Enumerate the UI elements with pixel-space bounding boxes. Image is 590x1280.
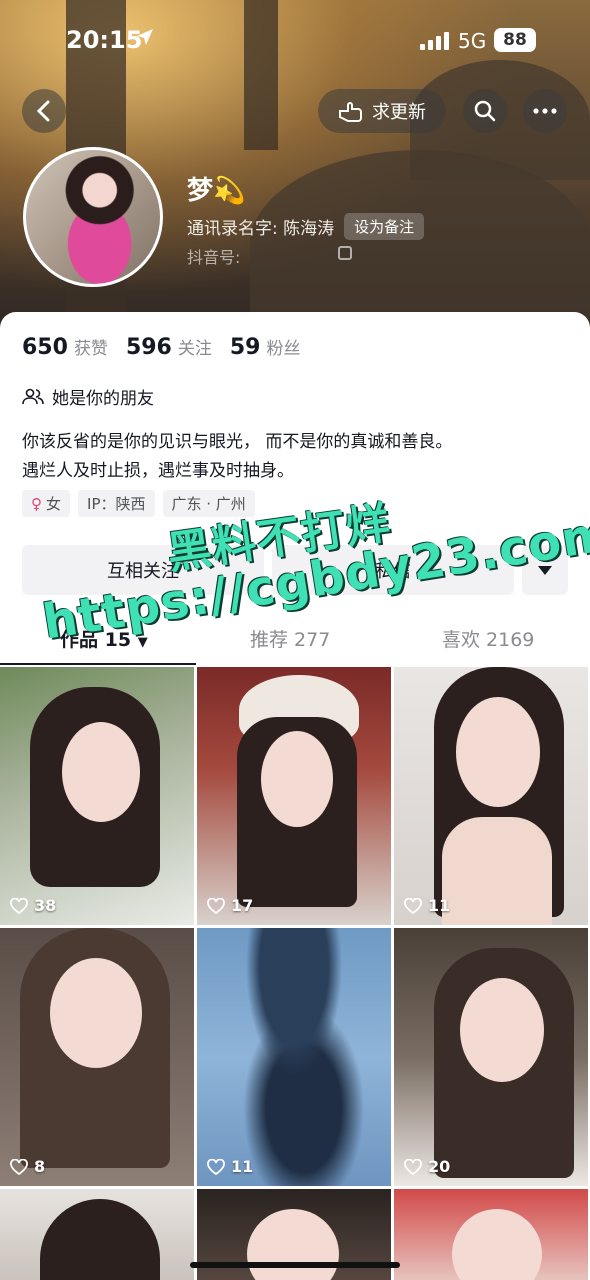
heart-icon	[10, 897, 28, 914]
video-thumbnail[interactable]: 11	[197, 928, 391, 1186]
location-arrow-icon	[137, 29, 153, 45]
heart-icon	[207, 897, 225, 914]
video-likes: 17	[207, 896, 253, 915]
video-thumbnail[interactable]: 38	[0, 667, 194, 925]
more-options-button[interactable]	[523, 89, 567, 133]
profile-content-card: 650 获赞 596 关注 59 粉丝 她是你的朋友 你该反省的是你的见识与眼光， 而…	[0, 312, 590, 1280]
hand-point-icon	[339, 102, 362, 122]
video-thumbnail[interactable]: 17	[197, 667, 391, 925]
contact-name-row: 通讯录名字: 陈海涛 设为备注	[187, 213, 425, 240]
friends-icon	[22, 388, 44, 404]
copy-icon[interactable]	[338, 246, 352, 260]
back-button[interactable]	[22, 89, 66, 133]
search-icon	[474, 100, 496, 122]
friend-indicator: 她是你的朋友	[22, 384, 154, 409]
video-thumbnail[interactable]	[0, 1189, 194, 1280]
avatar[interactable]	[23, 147, 163, 287]
friend-text: 她是你的朋友	[52, 389, 154, 409]
profile-stats: 650 获赞 596 关注 59 粉丝	[22, 334, 301, 360]
tower-silhouette	[244, 0, 278, 150]
bio-line: 你该反省的是你的见识与眼光， 而不是你的真诚和善良。	[22, 432, 453, 452]
video-thumbnail[interactable]: 20	[394, 928, 588, 1186]
battery-indicator: 88	[494, 28, 536, 52]
ip-tag: IP：陕西	[78, 490, 155, 517]
tab-recommend[interactable]: 推荐 277	[250, 625, 330, 652]
video-thumbnail[interactable]: 8	[0, 928, 194, 1186]
search-button[interactable]	[463, 89, 507, 133]
video-likes: 38	[10, 896, 56, 915]
bio: 你该反省的是你的见识与眼光， 而不是你的真诚和善良。 遇烂人及时止损，遇烂事及时…	[22, 428, 452, 486]
video-likes: 11	[207, 1157, 253, 1176]
bio-line: 遇烂人及时止损，遇烂事及时抽身。	[22, 461, 294, 481]
request-update-label: 求更新	[372, 102, 426, 123]
douyin-id-label: 抖音号:	[187, 248, 241, 267]
video-likes: 20	[404, 1157, 450, 1176]
heart-icon	[404, 1158, 422, 1175]
chevron-left-icon	[36, 100, 50, 122]
request-update-button[interactable]: 求更新	[318, 89, 446, 133]
video-grid: 38 17 11 8 11 20	[0, 667, 590, 1280]
profile-name: 梦💫	[187, 176, 246, 206]
video-likes: 11	[404, 896, 450, 915]
heart-icon	[207, 1158, 225, 1175]
more-dots-icon	[533, 108, 557, 114]
heart-icon	[404, 897, 422, 914]
stat-following[interactable]: 596 关注	[126, 334, 212, 360]
video-likes: 8	[10, 1157, 45, 1176]
network-type: 5G	[458, 29, 487, 53]
home-indicator	[190, 1262, 400, 1268]
set-note-button[interactable]: 设为备注	[344, 213, 425, 240]
video-thumbnail[interactable]	[394, 1189, 588, 1280]
status-bar: 20:15 5G 88	[0, 24, 590, 58]
gender-tag: ♀ 女	[22, 490, 71, 517]
tab-likes[interactable]: 喜欢 2169	[442, 625, 534, 652]
active-tab-indicator	[0, 663, 196, 665]
status-time: 20:15	[66, 26, 143, 54]
stat-followers[interactable]: 59 粉丝	[230, 334, 301, 360]
heart-icon	[10, 1158, 28, 1175]
contact-name-label: 通讯录名字: 陈海涛	[187, 219, 335, 239]
signal-icon	[420, 32, 449, 50]
caret-down-icon: ▼	[137, 635, 148, 650]
female-icon: ♀	[31, 495, 42, 513]
stat-likes[interactable]: 650 获赞	[22, 334, 108, 360]
video-thumbnail[interactable]: 11	[394, 667, 588, 925]
